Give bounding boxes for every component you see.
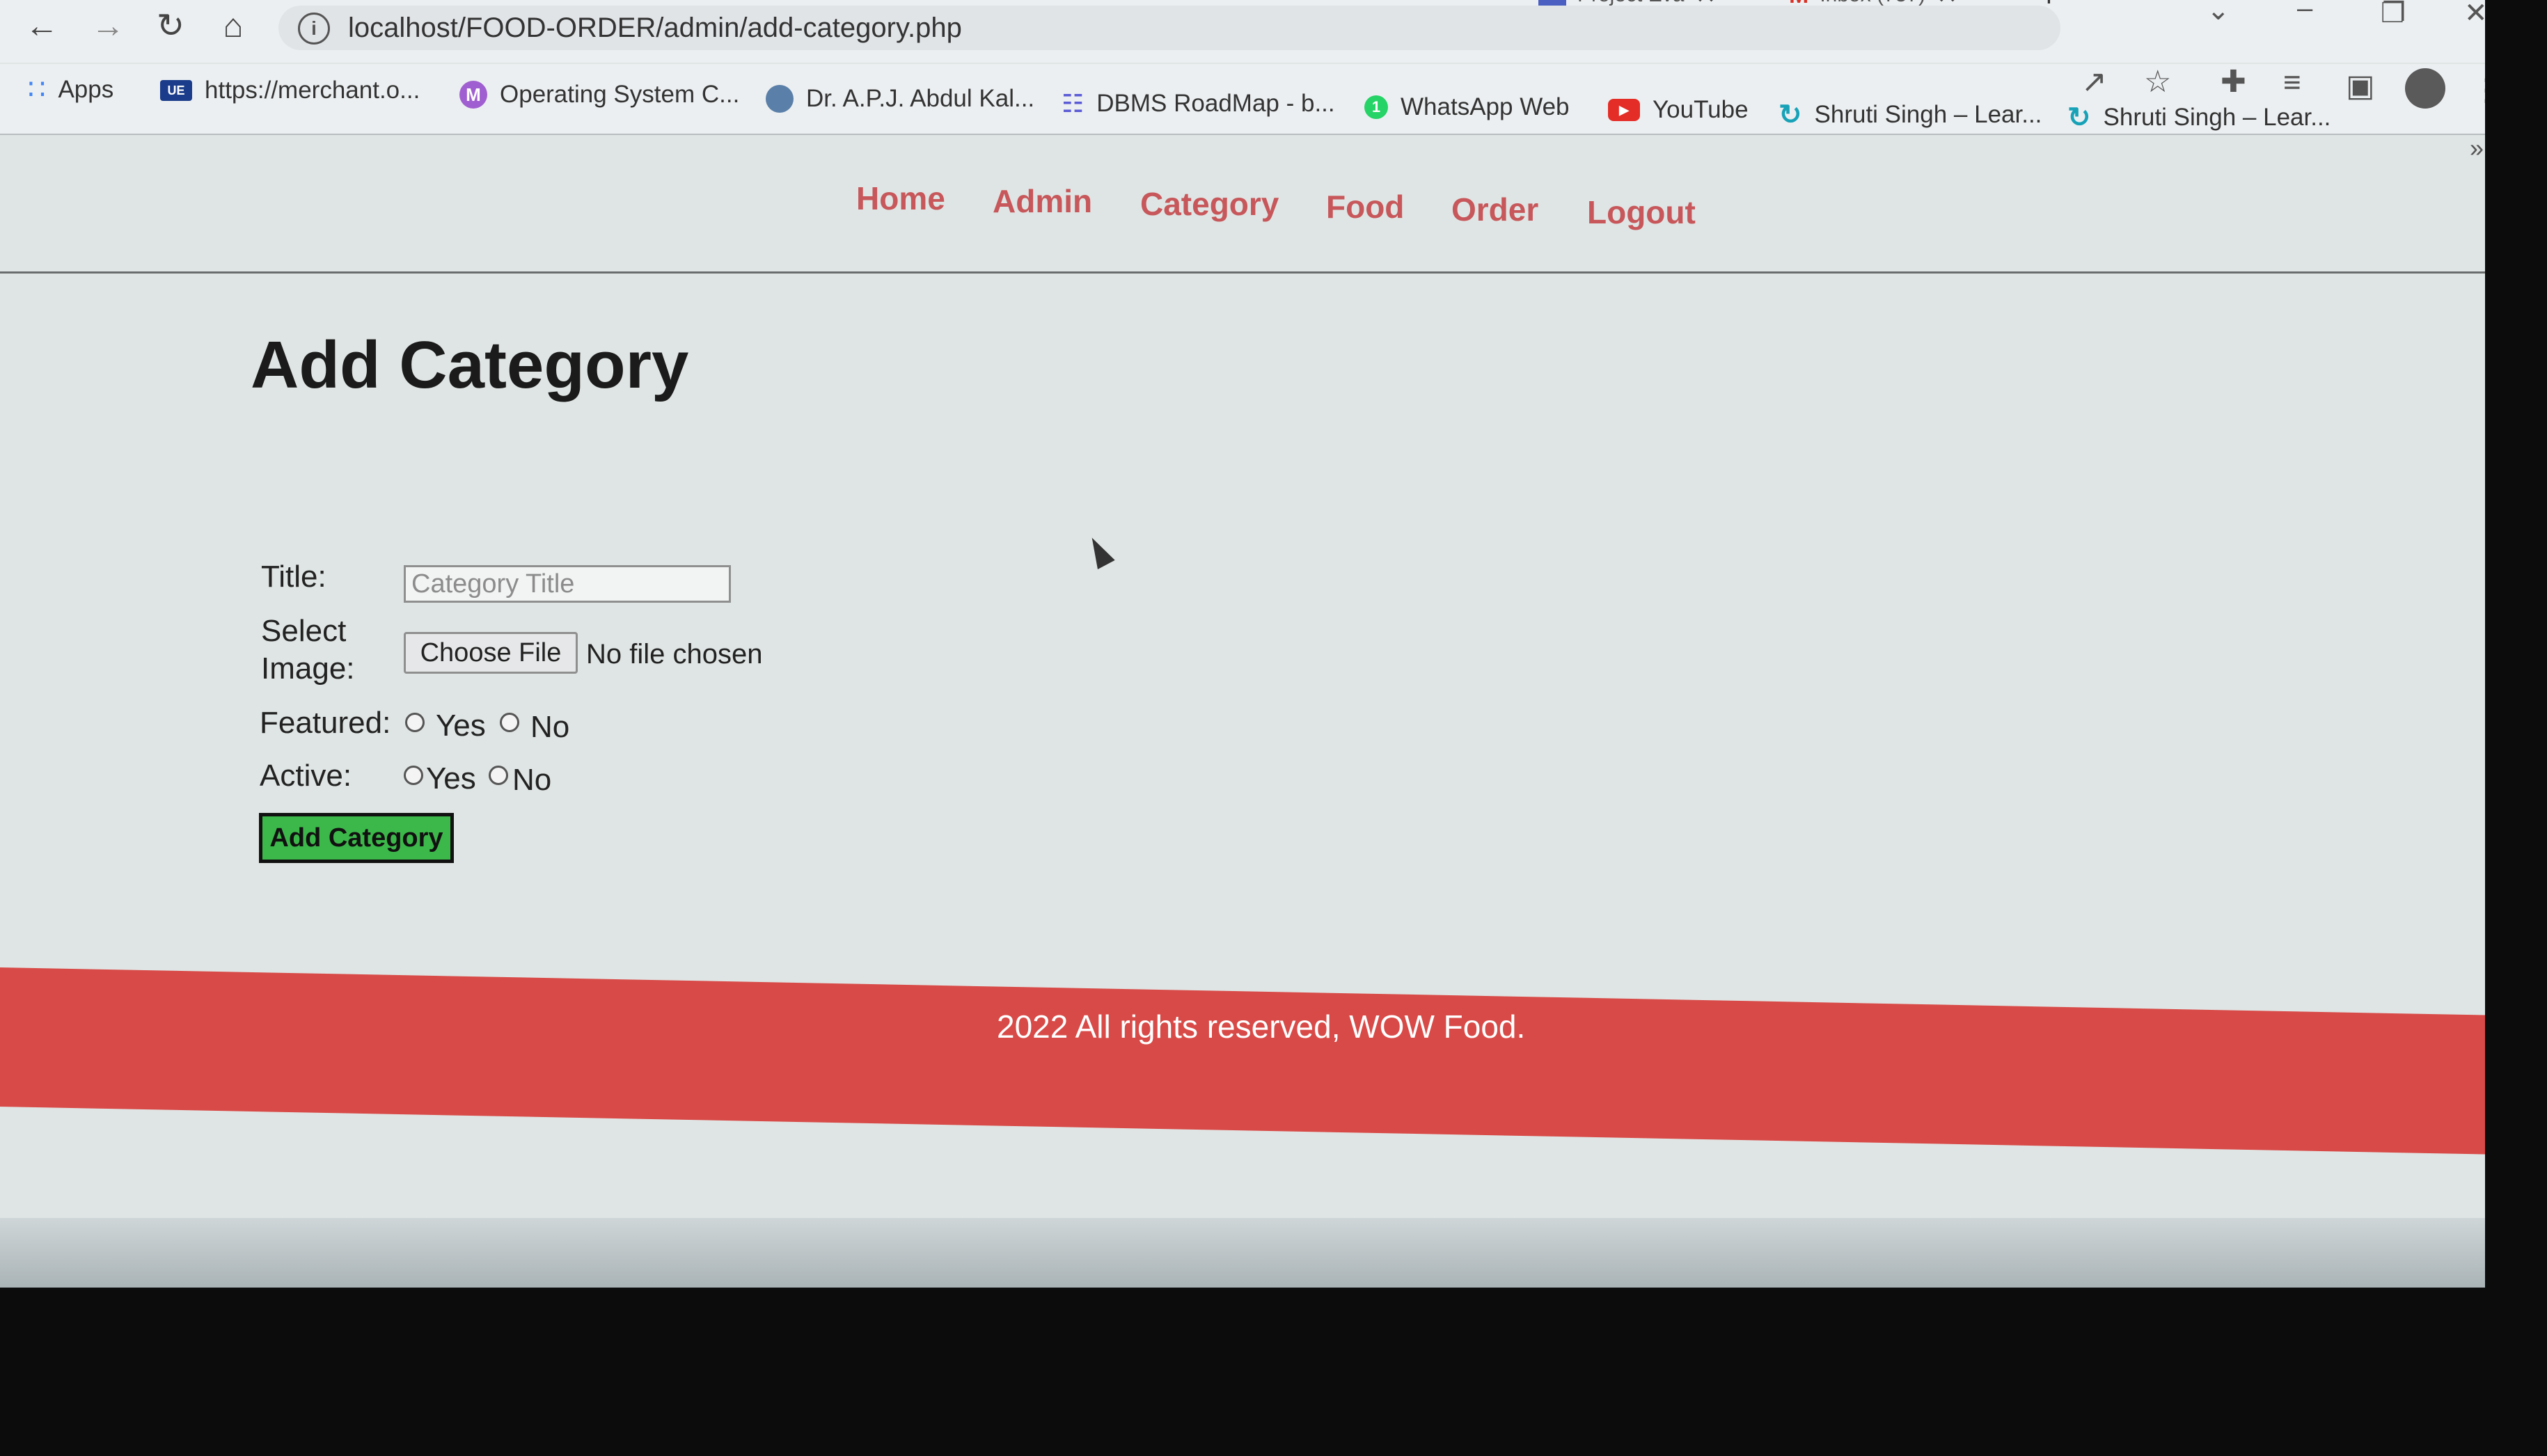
bookmark-label: Shruti Singh – Lear... [1814, 101, 2042, 128]
m-badge-icon: M [459, 81, 487, 109]
tab-project[interactable]: Project Eva ✕ [1538, 0, 1717, 11]
bookmark-label: YouTube [1653, 96, 1749, 123]
learn-icon: ↻ [1779, 100, 1802, 130]
mouse-cursor-icon [1083, 533, 1115, 569]
apps-grid-icon: ∷ [28, 74, 46, 105]
back-arrow-icon[interactable]: ← [21, 6, 63, 47]
youtube-icon: ▶ [1608, 99, 1640, 121]
footer-text: 2022 All rights reserved, WOW Food. [997, 1008, 1526, 1045]
image-label-line2: Image: [261, 651, 355, 686]
forward-arrow-icon[interactable]: → [87, 6, 129, 47]
new-tab-button[interactable]: + [2040, 0, 2058, 13]
side-panel-icon[interactable]: ▣ [2346, 68, 2375, 104]
bookmark-label: Apps [58, 76, 114, 103]
featured-yes-radio[interactable] [405, 713, 425, 732]
title-label: Title: [261, 560, 326, 594]
bookmark-learn-1[interactable]: ↻ Shruti Singh – Lear... [1779, 99, 2042, 131]
menu-dots-icon[interactable]: ⋮ [2471, 72, 2485, 108]
featured-label: Featured: [260, 706, 391, 740]
merchant-icon: UE [160, 80, 192, 101]
page-title: Add Category [251, 328, 689, 402]
active-yes-label[interactable]: Yes [426, 761, 476, 796]
emblem-icon [766, 85, 794, 113]
address-bar[interactable]: i localhost/FOOD-ORDER/admin/add-categor… [278, 6, 2060, 50]
nav-category[interactable]: Category [1140, 185, 1279, 223]
bookmark-kalam[interactable]: Dr. A.P.J. Abdul Kal... [766, 85, 1034, 113]
browser-toolbar: ← → ↻ ⌂ i localhost/FOOD-ORDER/admin/add… [0, 0, 2485, 63]
nav-home[interactable]: Home [856, 180, 945, 217]
featured-no-radio[interactable] [500, 713, 519, 732]
nav-logout[interactable]: Logout [1587, 193, 1696, 231]
active-no-label[interactable]: No [512, 763, 551, 798]
tab-inbox[interactable]: M Inbox (757) ✕ [1789, 0, 1957, 11]
screen: ← → ↻ ⌂ i localhost/FOOD-ORDER/admin/add… [0, 0, 2485, 1288]
bookmark-label: WhatsApp Web [1401, 93, 1570, 120]
star-icon[interactable]: ☆ [2144, 64, 2171, 100]
nav-food[interactable]: Food [1326, 188, 1404, 225]
tab-close-icon[interactable]: ✕ [1695, 0, 1716, 10]
nav-order[interactable]: Order [1451, 191, 1538, 228]
active-label: Active: [260, 759, 352, 793]
title-input[interactable] [404, 565, 731, 603]
restore-icon[interactable]: ❐ [2381, 0, 2406, 29]
gmail-icon: M [1789, 0, 1808, 9]
bookmark-learn-2[interactable]: ↻ Shruti Singh – Lear... [2067, 102, 2331, 134]
choose-file-button[interactable]: Choose File [404, 632, 578, 674]
nav-admin[interactable]: Admin [993, 182, 1092, 220]
minimize-icon[interactable]: – [2297, 0, 2312, 24]
active-no-radio[interactable] [489, 766, 508, 785]
site-nav: Home Admin Category Food Order Logout [0, 139, 2485, 274]
add-category-button[interactable]: Add Category [259, 813, 454, 863]
roadmap-icon: ☷ [1062, 89, 1085, 118]
reading-list-icon[interactable]: ≡ [2283, 65, 2301, 100]
bookmark-label: https://merchant.o... [205, 77, 420, 104]
tab-label: Inbox (757) [1820, 0, 1925, 7]
footer-bar [0, 967, 2485, 1155]
bookmark-apps[interactable]: ∷ Apps [28, 74, 113, 106]
bookmark-label: Shruti Singh – Lear... [2103, 104, 2331, 131]
bookmark-youtube[interactable]: ▶ YouTube [1608, 96, 1749, 124]
reload-icon[interactable]: ↻ [150, 6, 191, 47]
bookmark-label: DBMS RoadMap - b... [1096, 90, 1335, 117]
share-icon[interactable]: ↗ [2081, 64, 2107, 100]
featured-yes-label[interactable]: Yes [436, 709, 486, 743]
active-yes-radio[interactable] [404, 766, 423, 785]
info-icon[interactable]: i [298, 13, 330, 45]
no-file-text: No file chosen [586, 639, 763, 670]
url-text[interactable]: localhost/FOOD-ORDER/admin/add-category.… [348, 13, 962, 44]
doc-icon [1538, 0, 1566, 6]
image-label-line1: Select [261, 614, 347, 648]
bookmark-merchant[interactable]: UE https://merchant.o... [160, 77, 420, 104]
bookmark-label: Dr. A.P.J. Abdul Kal... [806, 85, 1035, 112]
bookmark-os[interactable]: M Operating System C... [459, 81, 739, 109]
featured-no-label[interactable]: No [530, 710, 569, 745]
profile-avatar[interactable] [2405, 68, 2445, 109]
home-icon[interactable]: ⌂ [212, 6, 254, 47]
learn-icon: ↻ [2067, 102, 2091, 133]
bookmark-dbms[interactable]: ☷ DBMS RoadMap - b... [1062, 89, 1335, 118]
extensions-icon[interactable]: ✚ [2221, 64, 2246, 100]
bookmarks-bar: ∷ Apps UE https://merchant.o... M Operat… [0, 64, 2485, 135]
bookmark-whatsapp[interactable]: 1 WhatsApp Web [1364, 93, 1570, 121]
bookmark-label: Operating System C... [500, 81, 740, 108]
tab-search-chevron-icon[interactable]: ⌄ [2207, 0, 2230, 26]
close-window-icon[interactable]: ✕ [2464, 0, 2485, 29]
taskbar [0, 1218, 2485, 1288]
tab-close-icon[interactable]: ✕ [1937, 0, 1957, 10]
whatsapp-icon: 1 [1364, 95, 1388, 119]
tab-label: Project Eva [1577, 0, 1684, 7]
